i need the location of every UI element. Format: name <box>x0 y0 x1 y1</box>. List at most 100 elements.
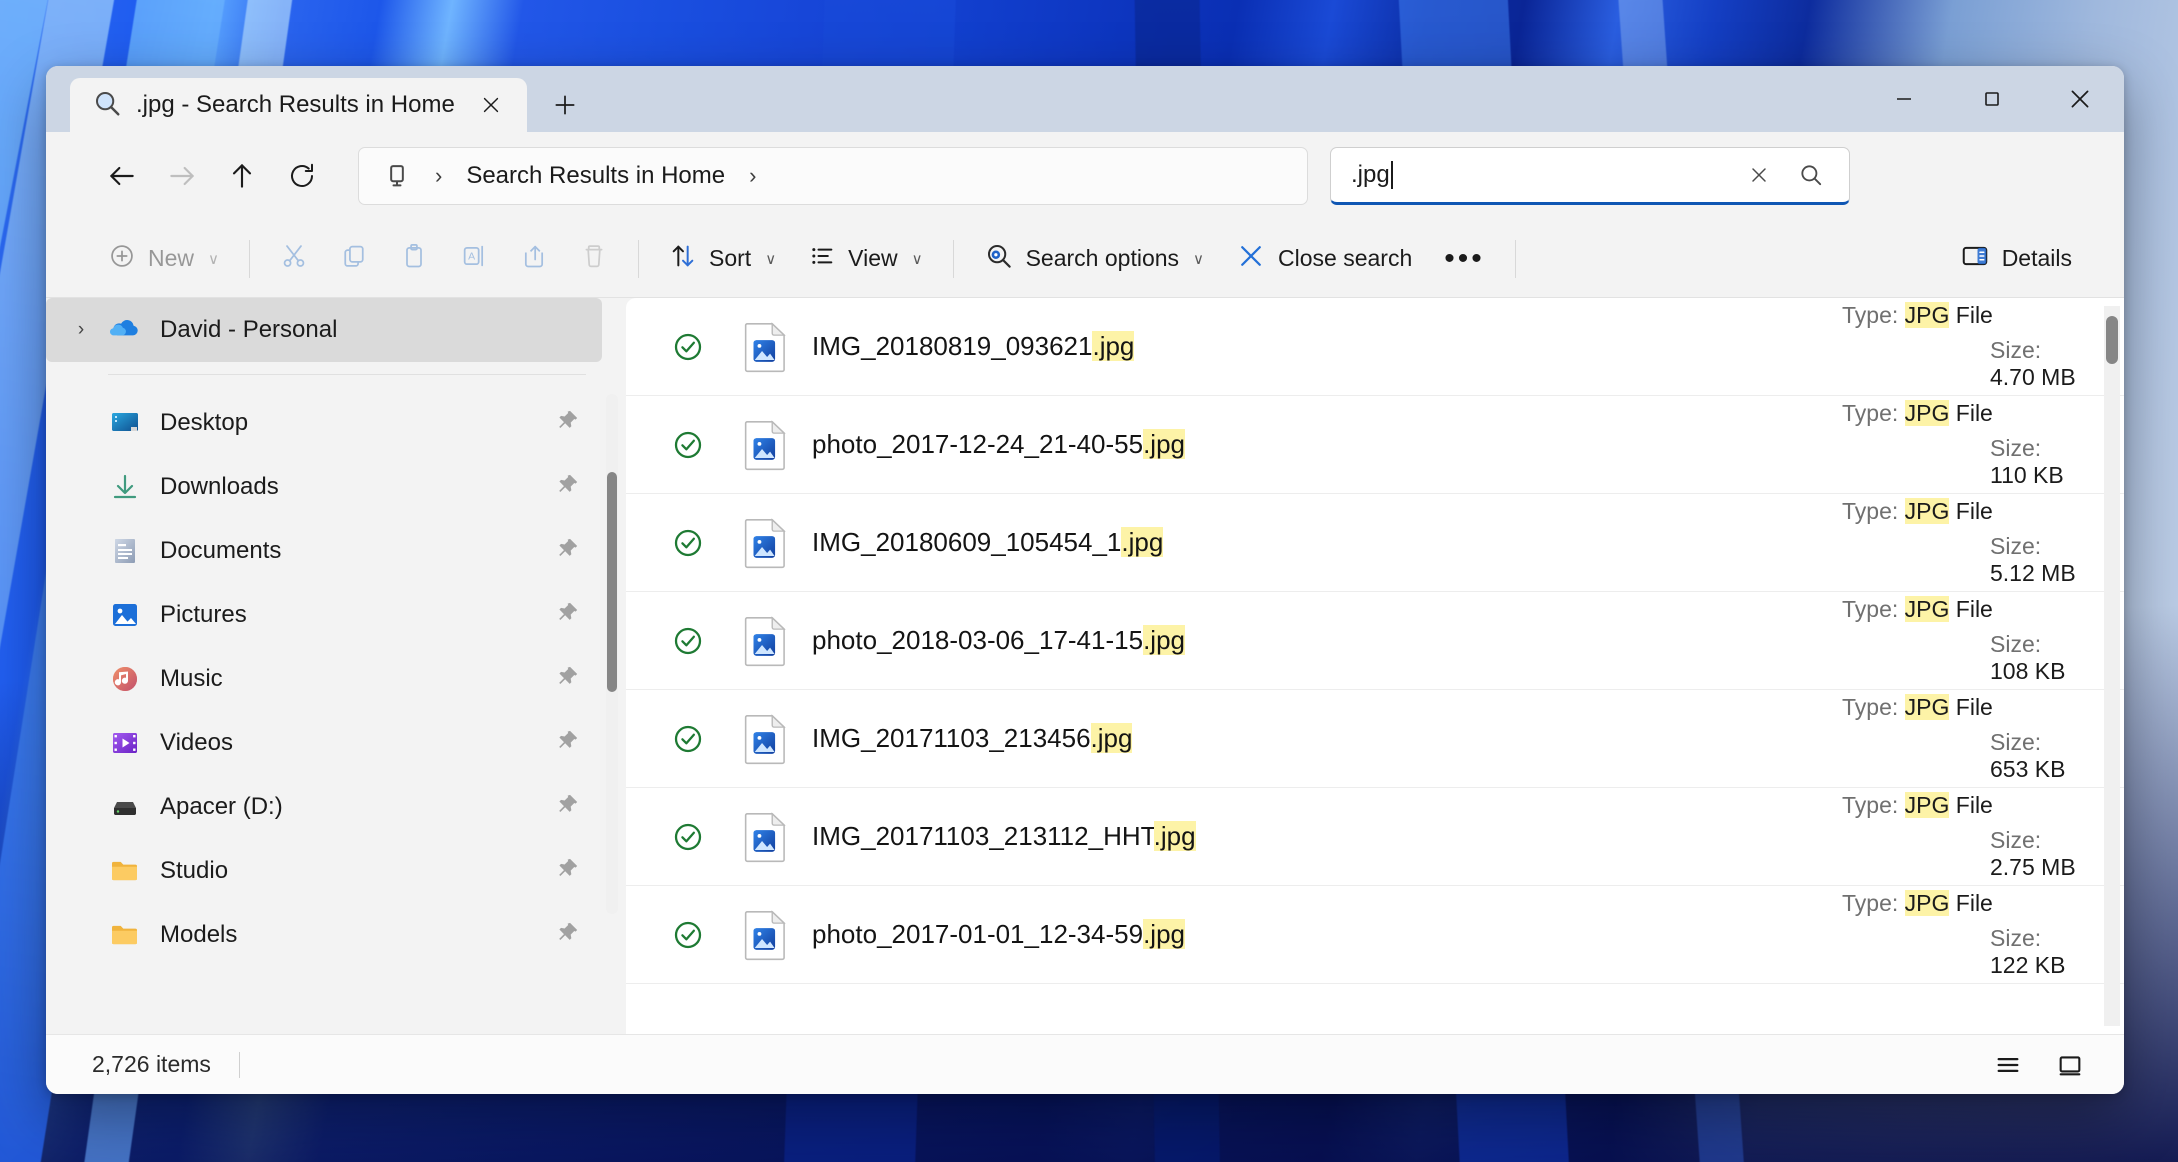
new-button[interactable]: New ∨ <box>92 231 235 287</box>
close-icon <box>1236 241 1266 277</box>
details-pane-button[interactable]: Details <box>1944 231 2088 287</box>
cut-button[interactable] <box>264 231 324 287</box>
delete-button[interactable] <box>564 231 624 287</box>
chevron-down-icon: ∨ <box>208 250 219 268</box>
sidebar-item-downloads[interactable]: Downloads <box>46 455 602 519</box>
sidebar-scrollbar-thumb[interactable] <box>607 472 617 692</box>
sort-button[interactable]: Sort ∨ <box>653 231 792 287</box>
up-button[interactable] <box>212 146 272 206</box>
sidebar-scrollbar[interactable] <box>606 394 618 914</box>
view-button[interactable]: View ∨ <box>792 231 938 287</box>
chevron-right-icon[interactable]: › <box>60 319 102 341</box>
share-button[interactable] <box>504 231 564 287</box>
sidebar-item-label: Music <box>160 665 223 692</box>
sidebar-item-music[interactable]: Music <box>46 647 602 711</box>
sidebar-item-apacer-d[interactable]: Apacer (D:) <box>46 775 602 839</box>
more-options-button[interactable]: ••• <box>1428 231 1501 287</box>
file-size-value: 4.70 MB <box>1990 364 2076 390</box>
address-bar[interactable]: › Search Results in Home › <box>358 147 1308 205</box>
file-size-label: Size: <box>1990 729 2042 755</box>
folder-icon <box>102 855 148 887</box>
new-button-label: New <box>148 245 195 271</box>
minimize-button[interactable] <box>1860 66 1948 132</box>
refresh-button[interactable] <box>272 146 332 206</box>
tab-close-icon[interactable] <box>469 85 513 125</box>
file-row[interactable]: IMG_20180609_105454_1.jpg Type: JPG File S… <box>626 494 2124 592</box>
file-row[interactable]: photo_2017-01-01_12-34-59.jpg Type: JPG F… <box>626 886 2124 984</box>
tab-search-results[interactable]: .jpg - Search Results in Home <box>70 78 527 132</box>
file-name[interactable]: IMG_20180609_105454_1.jpg <box>812 527 1842 558</box>
file-row[interactable]: IMG_20171103_213112_HHT.jpg Type: JPG Fil… <box>626 788 2124 886</box>
details-view-toggle[interactable] <box>1980 1042 2036 1088</box>
navigation-bar: › Search Results in Home › .jpg <box>46 132 2124 220</box>
file-size-label: Size: <box>1990 925 2042 951</box>
sidebar-item-desktop[interactable]: Desktop <box>46 391 602 455</box>
large-icons-view-toggle[interactable] <box>2042 1042 2098 1088</box>
file-size-value: 5.12 MB <box>1990 560 2076 586</box>
file-row[interactable]: IMG_20171103_213456.jpg Type: JPG File Siz… <box>626 690 2124 788</box>
file-name[interactable]: photo_2017-12-24_21-40-55.jpg <box>812 429 1842 460</box>
paste-button[interactable] <box>384 231 444 287</box>
file-name[interactable]: IMG_20171103_213456.jpg <box>812 723 1842 754</box>
search-icon <box>92 88 122 123</box>
breadcrumb-trailing-separator[interactable]: › <box>739 163 766 189</box>
file-type-suffix: File <box>1949 792 1993 818</box>
cloud-available-check-icon <box>656 331 720 363</box>
file-name[interactable]: IMG_20171103_213112_HHT.jpg <box>812 821 1842 852</box>
pin-icon[interactable] <box>554 536 580 567</box>
file-row[interactable]: photo_2018-03-06_17-41-15.jpg Type: JPG F… <box>626 592 2124 690</box>
file-name[interactable]: photo_2018-03-06_17-41-15.jpg <box>812 625 1842 656</box>
maximize-button[interactable] <box>1948 66 2036 132</box>
pin-icon[interactable] <box>554 408 580 439</box>
pin-icon[interactable] <box>554 664 580 695</box>
rename-button[interactable]: A <box>444 231 504 287</box>
pin-icon[interactable] <box>554 472 580 503</box>
sidebar-item-videos[interactable]: Videos <box>46 711 602 775</box>
pin-icon[interactable] <box>554 856 580 887</box>
pin-icon[interactable] <box>554 600 580 631</box>
sidebar-item-onedrive-account[interactable]: › David - Personal <box>46 298 602 362</box>
pin-icon[interactable] <box>554 920 580 951</box>
back-button[interactable] <box>92 146 152 206</box>
sidebar-item-studio[interactable]: Studio <box>46 839 602 903</box>
copy-button[interactable] <box>324 231 384 287</box>
close-button[interactable] <box>2036 66 2124 132</box>
file-type-search-match: JPG <box>1904 694 1950 720</box>
text-caret <box>1390 161 1393 189</box>
file-row[interactable]: photo_2017-12-24_21-40-55.jpg Type: JPG F… <box>626 396 2124 494</box>
breadcrumb-current[interactable]: Search Results in Home <box>458 158 733 194</box>
file-size-value: 2.75 MB <box>1990 854 2076 880</box>
forward-button[interactable] <box>152 146 212 206</box>
file-type: Type: JPG File <box>1842 400 2084 427</box>
file-size: Size: 110 KB <box>1842 435 2084 489</box>
videos-icon <box>102 727 148 759</box>
file-name-base: IMG_20180819_093621 <box>812 331 1093 361</box>
file-list-scrollbar-thumb[interactable] <box>2106 316 2118 364</box>
file-name-search-match: .jpg <box>1143 429 1185 459</box>
file-row[interactable]: IMG_20180819_093621.jpg Type: JPG File Siz… <box>626 298 2124 396</box>
cloud-available-check-icon <box>656 821 720 853</box>
sidebar-item-documents[interactable]: Documents <box>46 519 602 583</box>
search-input[interactable]: .jpg <box>1351 161 1733 189</box>
file-type: Type: JPG File <box>1842 498 2084 525</box>
new-tab-icon[interactable] <box>543 85 587 125</box>
pin-icon[interactable] <box>554 728 580 759</box>
file-name[interactable]: IMG_20180819_093621.jpg <box>812 331 1842 362</box>
search-box[interactable]: .jpg <box>1330 147 1850 205</box>
file-list-scrollbar[interactable] <box>2104 306 2120 1026</box>
search-submit-icon[interactable] <box>1785 151 1837 199</box>
sidebar-item-pictures[interactable]: Pictures <box>46 583 602 647</box>
sidebar-item-label: Apacer (D:) <box>160 793 283 820</box>
pin-icon[interactable] <box>554 792 580 823</box>
pictures-icon <box>102 599 148 631</box>
file-size-label: Size: <box>1990 533 2042 559</box>
file-type-suffix: File <box>1949 498 1993 524</box>
close-search-button[interactable]: Close search <box>1220 231 1428 287</box>
search-clear-icon[interactable] <box>1733 151 1785 199</box>
search-options-button[interactable]: Search options ∨ <box>968 231 1220 287</box>
sidebar-item-models[interactable]: Models <box>46 903 602 967</box>
this-pc-icon[interactable] <box>375 162 419 190</box>
file-name[interactable]: photo_2017-01-01_12-34-59.jpg <box>812 919 1842 950</box>
toolbar-divider <box>1514 239 1516 278</box>
file-name-search-match: .jpg <box>1143 625 1185 655</box>
